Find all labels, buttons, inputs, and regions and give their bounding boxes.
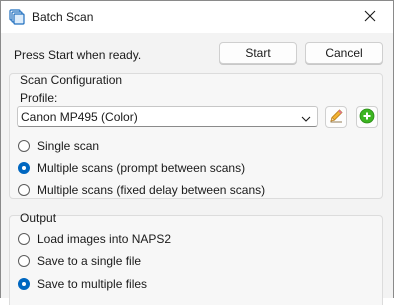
output-legend: Output <box>20 211 57 225</box>
profile-select-value: Canon MP495 (Color) <box>21 110 138 124</box>
dialog-content: Press Start when ready. Start Cancel Sca… <box>1 33 393 305</box>
batch-scan-app-icon <box>9 9 25 25</box>
scan-configuration-group <box>9 73 383 199</box>
status-text: Press Start when ready. <box>14 48 142 62</box>
save-multiple-files-radio-row[interactable]: Save to multiple files <box>18 277 147 291</box>
multiple-scans-prompt-radio-row[interactable]: Multiple scans (prompt between scans) <box>18 161 245 175</box>
save-single-file-radio-row[interactable]: Save to a single file <box>18 254 141 268</box>
scan-configuration-legend: Scan Configuration <box>20 73 123 87</box>
profile-label: Profile: <box>20 91 58 105</box>
single-scan-radio-row[interactable]: Single scan <box>18 139 99 153</box>
multiple-scans-delay-radio[interactable] <box>18 184 30 196</box>
batch-scan-window: Batch Scan Press Start when ready. Start… <box>0 0 394 305</box>
start-button[interactable]: Start <box>219 42 297 64</box>
close-button[interactable] <box>347 1 393 33</box>
pencil-icon <box>328 108 344 127</box>
chevron-down-icon <box>301 112 311 126</box>
save-multiple-files-radio[interactable] <box>18 278 30 290</box>
window-title: Batch Scan <box>32 10 94 24</box>
single-scan-label: Single scan <box>37 139 100 153</box>
save-single-file-radio[interactable] <box>18 255 30 267</box>
load-into-naps2-radio[interactable] <box>18 233 30 245</box>
cancel-button[interactable]: Cancel <box>305 42 383 64</box>
add-profile-button[interactable] <box>356 106 378 128</box>
profile-select[interactable]: Canon MP495 (Color) <box>17 106 318 127</box>
close-icon <box>364 10 376 25</box>
load-into-naps2-radio-row[interactable]: Load images into NAPS2 <box>18 232 171 246</box>
multiple-scans-delay-radio-row[interactable]: Multiple scans (fixed delay between scan… <box>18 183 265 197</box>
edit-profile-button[interactable] <box>325 106 347 128</box>
multiple-scans-prompt-label: Multiple scans (prompt between scans) <box>37 161 246 175</box>
load-into-naps2-label: Load images into NAPS2 <box>37 232 172 246</box>
plus-circle-icon <box>359 108 375 127</box>
save-single-file-label: Save to a single file <box>37 254 142 268</box>
multiple-scans-delay-label: Multiple scans (fixed delay between scan… <box>37 183 266 197</box>
title-bar: Batch Scan <box>1 1 393 33</box>
single-scan-radio[interactable] <box>18 140 30 152</box>
multiple-scans-prompt-radio[interactable] <box>18 162 30 174</box>
save-multiple-files-label: Save to multiple files <box>37 277 148 291</box>
